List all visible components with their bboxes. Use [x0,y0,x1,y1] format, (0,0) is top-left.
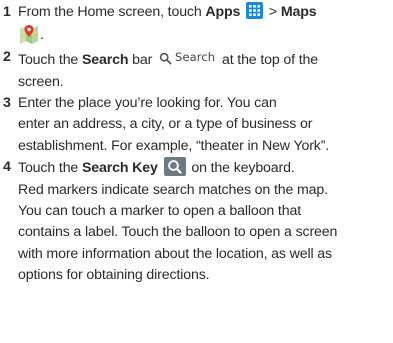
apps-label: Apps [205,4,241,20]
magnifier-icon [159,51,172,65]
maps-label: Maps [280,4,317,20]
step-text: bar [128,52,153,69]
step-number: 3 [3,95,11,112]
step-text: at the top of the [218,52,318,69]
step-line: establishment. For example, “theater in … [18,137,330,154]
step-4: 4 Touch the Search Key on the keyboard. … [0,157,393,286]
step-text: on the keyboard. [187,160,295,177]
step-number: 2 [3,49,11,65]
step-line: You can touch a marker to open a balloon… [18,203,301,220]
step-1: 1 From the Home screen, touch Apps > Map… [3,2,317,45]
instruction-steps: 1 From the Home screen, touch Apps > Map… [0,2,393,287]
step-line: with more information about the location… [18,245,332,262]
step-text: screen. [18,73,64,90]
step-3: 3 Enter the place you’re looking for. Yo… [0,93,393,157]
apps-grid-icon [246,2,264,19]
step-number: 1 [3,4,11,20]
search-key-label: Search Key [81,160,158,177]
search-key-icon [163,157,186,177]
step-line: Red markers indicate search matches on t… [18,181,328,198]
step-line: enter an address, a city, or a type of b… [18,116,313,133]
step-number: 4 [3,159,11,176]
step-text-separator: > [265,4,281,20]
step-line: contains a label. Touch the balloon to o… [18,224,338,241]
search-bar-text: Search [175,50,216,64]
step-text: Touch the [18,52,82,69]
search-bar-illustration: Search [159,47,215,68]
step-line: options for obtaining directions. [18,267,210,284]
step-2: 2 Touch the Search bar Search at the top… [0,47,393,93]
step-text: Touch the [18,160,82,177]
search-label: Search [81,52,129,69]
step-text: From the Home screen, touch [18,4,206,20]
maps-pin-icon [18,23,40,45]
step-line: Enter the place you’re looking for. You … [18,95,277,112]
